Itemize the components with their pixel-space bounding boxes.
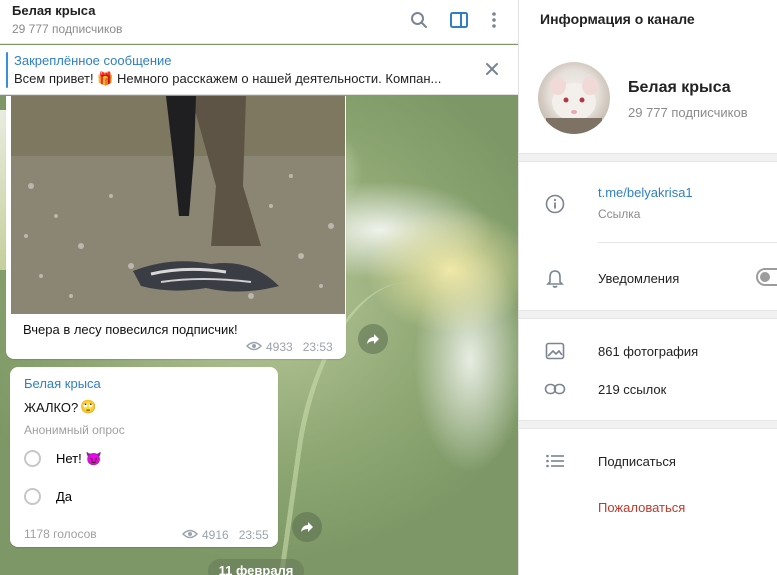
poll-question: ЖАЛКО? 🙄 [24,399,96,415]
close-icon[interactable] [483,60,501,78]
pinned-text: Всем привет! 🎁 Немного расскажем о нашей… [14,71,442,86]
poll-option-text: Нет! [56,451,82,466]
photo-caption: Вчера в лесу повесился подписчик! [23,322,238,337]
channel-info-panel: Информация о канале Белая крыса 29 777 п… [518,0,777,575]
report-button[interactable]: Пожаловаться [598,500,685,515]
poll-option[interactable]: Нет! 😈 [24,450,102,467]
message-photo[interactable] [11,96,345,314]
poll-question-text: ЖАЛКО? [24,399,79,415]
message-meta: 4916 23:55 [181,528,269,542]
chat-subtitle: 29 777 подписчиков [12,22,123,36]
notifications-label: Уведомления [598,271,680,286]
chat-title[interactable]: Белая крыса [12,3,95,18]
more-vertical-icon[interactable] [483,9,505,31]
links-count[interactable]: 219 ссылок [598,382,666,397]
forward-icon[interactable] [358,324,388,354]
devil-emoji: 😈 [85,450,102,466]
divider [519,420,777,429]
search-icon[interactable] [408,9,430,31]
eye-icon [245,340,263,354]
poll-type: Анонимный опрос [24,423,125,437]
message-time: 23:55 [238,528,269,542]
poll-author[interactable]: Белая крыса [24,376,101,391]
link-icon [544,378,566,400]
panel-title: Информация о канале [540,11,695,27]
subscribe-button[interactable]: Подписаться [598,454,676,469]
message-time: 23:53 [302,340,333,354]
views-count: 4933 [266,340,293,354]
photo-message[interactable]: Вчера в лесу повесился подписчик! 4933 2… [6,96,346,359]
poll-message[interactable]: Белая крыса ЖАЛКО? 🙄 Анонимный опрос Нет… [10,367,278,547]
channel-link[interactable]: t.me/belyakrisa1 [598,185,693,200]
poll-option[interactable]: Да [24,488,72,505]
rolling-eyes-emoji: 🙄 [80,399,97,414]
forward-icon[interactable] [292,512,322,542]
pinned-label: Закреплённое сообщение [14,53,172,68]
divider [519,310,777,319]
sidebar-toggle-icon[interactable] [448,9,470,31]
photo-icon [544,340,566,362]
poll-votes: 1178 голосов [24,527,97,541]
eye-icon [181,528,199,542]
views-count: 4916 [202,528,229,542]
date-separator: 11 февраля [208,559,304,575]
divider [598,242,777,243]
channel-name: Белая крыса [628,79,731,96]
divider [519,153,777,162]
pinned-accent-bar [6,52,8,88]
avatar[interactable] [538,62,610,134]
channel-link-label: Ссылка [598,207,641,221]
list-icon [544,450,566,472]
chat-area: Белая крыса 29 777 подписчиков Закреплён… [0,0,518,575]
message-meta: 4933 23:53 [245,340,333,354]
info-icon [544,193,566,215]
photos-count[interactable]: 861 фотография [598,344,698,359]
bell-icon [544,268,566,290]
radio-button[interactable] [24,488,41,505]
notifications-toggle[interactable] [756,268,777,286]
radio-button[interactable] [24,450,41,467]
pinned-message-bar[interactable]: Закреплённое сообщение Всем привет! 🎁 Не… [0,45,518,95]
channel-subscribers: 29 777 подписчиков [628,105,748,120]
poll-option-text: Да [56,489,73,504]
chat-header[interactable]: Белая крыса 29 777 подписчиков [0,0,518,44]
